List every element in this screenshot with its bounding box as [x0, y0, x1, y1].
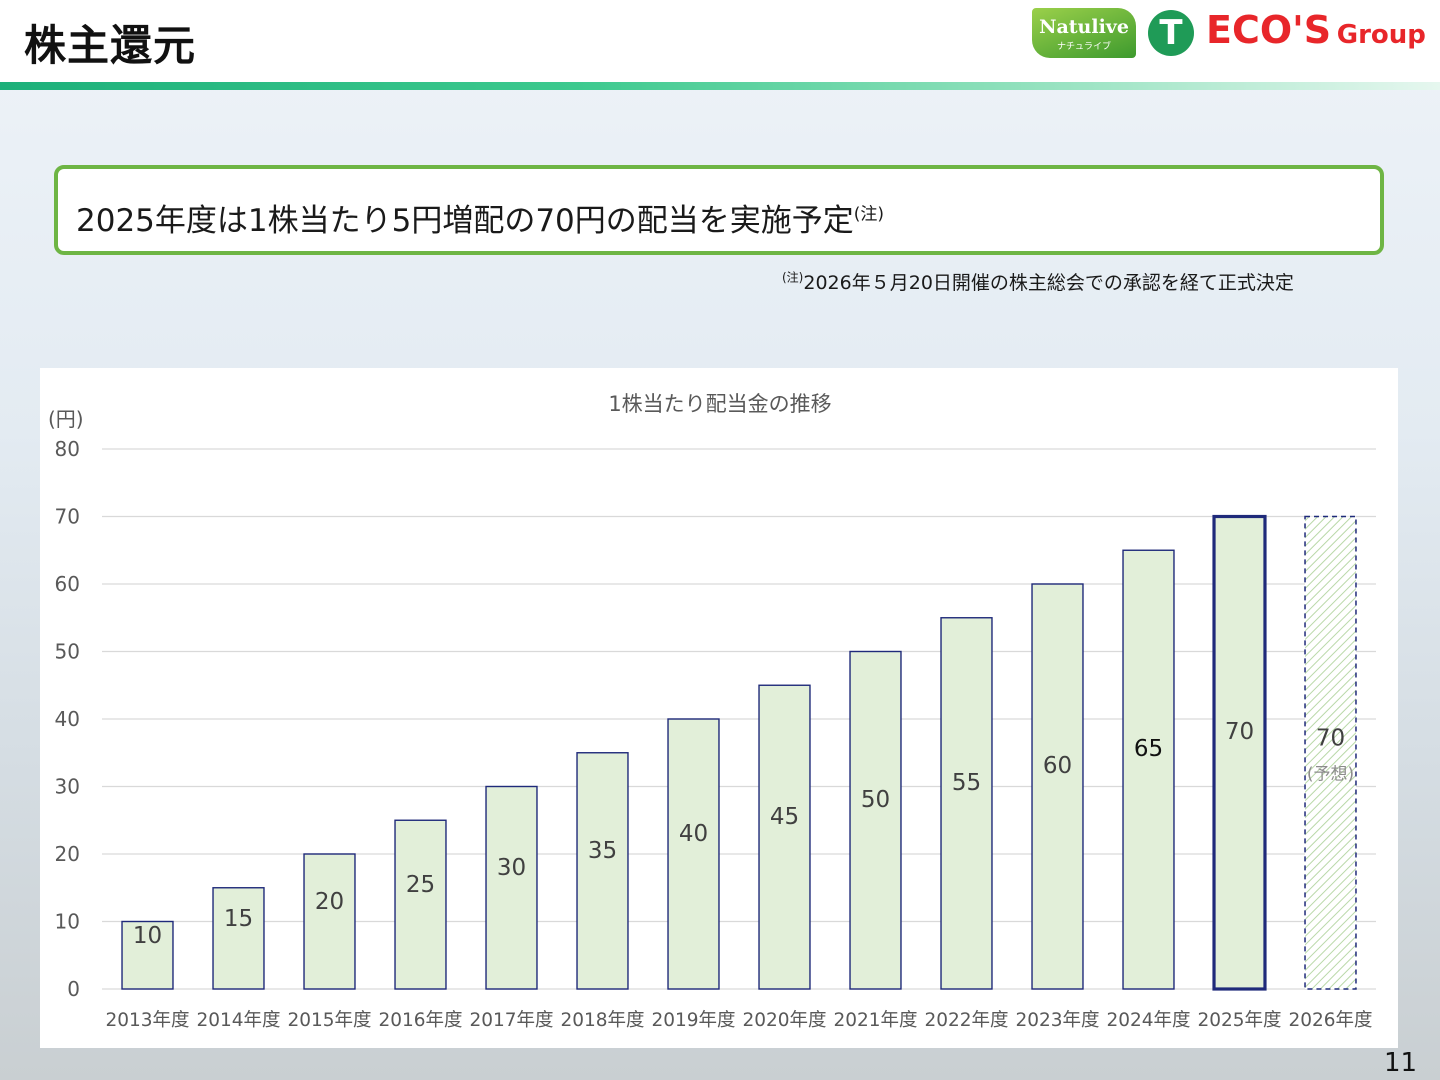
ecos-group-logo: ECO'S Group	[1206, 8, 1426, 52]
data-label: 70	[1225, 719, 1254, 745]
ecos-t-logo: T	[1148, 10, 1194, 56]
ecos-logo-text: ECO'S	[1206, 8, 1332, 52]
y-tick-label: 50	[55, 640, 80, 664]
x-tick-label: 2023年度	[1015, 1010, 1099, 1031]
group-logo-text: Group	[1336, 20, 1426, 50]
y-tick-label: 20	[55, 842, 80, 866]
x-tick-label: 2025年度	[1197, 1010, 1281, 1031]
natulive-logo-text: Natulive	[1039, 16, 1129, 38]
bar	[212, 887, 265, 990]
y-tick-label: 30	[55, 775, 80, 799]
bar	[303, 853, 356, 990]
data-label: 40	[679, 821, 708, 847]
data-label: 55	[952, 770, 981, 796]
x-tick-label: 2014年度	[196, 1010, 280, 1031]
x-tick-label: 2022年度	[924, 1010, 1008, 1031]
bar	[485, 785, 538, 990]
highlight-note-mark: (注)	[853, 204, 885, 225]
bar	[1031, 583, 1084, 990]
bar	[667, 718, 720, 990]
bar	[940, 617, 993, 990]
bar	[576, 752, 629, 990]
footnote: (注)2026年５月20日開催の株主総会での承認を経て正式決定	[782, 268, 1294, 295]
data-label: 65	[1134, 736, 1163, 762]
data-label: 70	[1316, 726, 1345, 752]
data-label: 20	[315, 889, 344, 915]
dividend-chart: 1株当たり配当金の推移 (円) 0 10 20 30 40 50 60 70 80 2013年度…	[48, 392, 1376, 1031]
bar	[849, 650, 902, 990]
highlight-text: 2025年度は1株当たり5円増配の70円の配当を実施予定(注)	[76, 195, 884, 240]
y-tick-label: 80	[55, 437, 80, 461]
forecast-label: (予想)	[1307, 765, 1354, 785]
x-tick-label: 2020年度	[742, 1010, 826, 1031]
bar	[1212, 514, 1267, 991]
y-tick-label: 10	[55, 910, 80, 934]
forecast-bar	[1304, 515, 1357, 990]
bar	[1122, 549, 1175, 990]
x-tick-label: 2013年度	[105, 1010, 189, 1031]
y-tick-label: 40	[55, 707, 80, 731]
x-tick-label: 2021年度	[833, 1010, 917, 1031]
x-tick-label: 2024年度	[1106, 1010, 1190, 1031]
natulive-logo: Natulive ナチュライブ	[1032, 8, 1136, 58]
header: 株主還元 Natulive ナチュライブ T ECO'S Group	[0, 0, 1440, 84]
x-tick-label: 2016年度	[378, 1010, 462, 1031]
x-tick-label: 2026年度	[1288, 1010, 1372, 1031]
natulive-logo-subtext: ナチュライブ	[1056, 42, 1111, 52]
data-label: 45	[770, 804, 799, 830]
page-title: 株主還元	[24, 21, 197, 70]
data-label: 10	[133, 923, 162, 949]
chart-panel: 1株当たり配当金の推移 (円) 0 10 20 30 40 50 60 70 80 2013年度…	[40, 368, 1398, 1048]
x-tick-label: 2019年度	[651, 1010, 735, 1031]
highlight-message: 2025年度は1株当たり5円増配の70円の配当を実施予定	[76, 203, 854, 239]
highlight-box: 2025年度は1株当たり5円増配の70円の配当を実施予定(注)	[54, 165, 1384, 255]
x-tick-label: 2017年度	[469, 1010, 553, 1031]
data-label: 30	[497, 855, 526, 881]
footnote-mark: (注)	[782, 270, 804, 285]
data-label: 35	[588, 838, 617, 864]
x-tick-label: 2015年度	[287, 1010, 371, 1031]
y-tick-label: 60	[55, 572, 80, 596]
footnote-text: 2026年５月20日開催の株主総会での承認を経て正式決定	[803, 272, 1294, 294]
data-label: 60	[1043, 753, 1072, 779]
bar	[758, 684, 811, 990]
y-tick-label: 70	[55, 505, 80, 529]
y-tick-label: 0	[67, 977, 80, 1001]
page-number: 11	[1384, 1048, 1418, 1078]
data-label: 15	[224, 906, 253, 932]
data-label: 25	[406, 872, 435, 898]
data-label: 50	[861, 787, 890, 813]
x-tick-label: 2018年度	[560, 1010, 644, 1031]
chart-title: 1株当たり配当金の推移	[608, 392, 831, 416]
header-rule	[0, 82, 1440, 90]
bar	[394, 819, 447, 990]
y-axis-unit: (円)	[48, 407, 84, 431]
